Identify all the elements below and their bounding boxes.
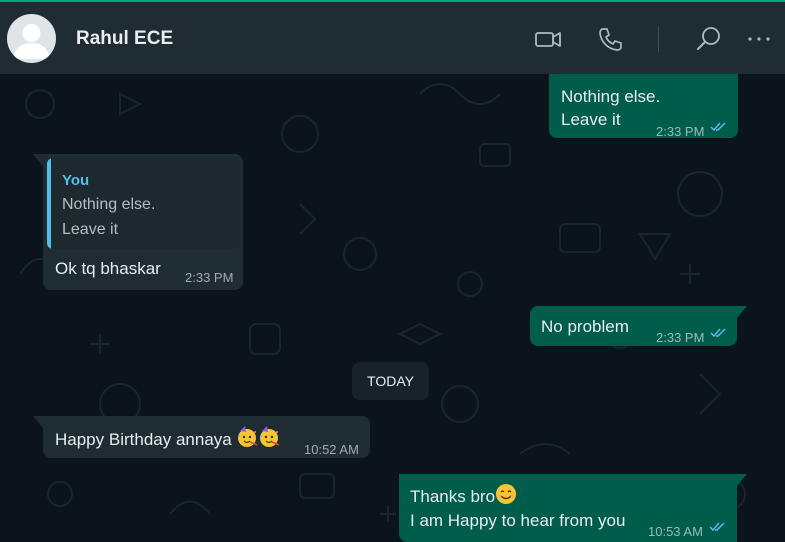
bubble-tail	[737, 306, 747, 318]
bubble-tail	[33, 416, 43, 428]
message-text: Happy Birthday annaya	[55, 430, 232, 449]
header-divider	[658, 26, 659, 52]
date-separator: TODAY	[352, 362, 429, 400]
message-text-line: Ok tq bhaskar	[55, 259, 161, 278]
chat-area[interactable]: Nothing else. Leave it 2:33 PM You Nothi…	[0, 74, 785, 542]
message-text-line: Leave it	[561, 110, 621, 129]
message-text-line: Thanks bro	[410, 483, 517, 508]
quoted-message[interactable]: You Nothing else. Leave it	[47, 158, 240, 249]
chat-header: Rahul ECE	[0, 2, 785, 74]
message-time: 2:33 PM	[656, 330, 705, 345]
party-face-emoji	[238, 426, 258, 447]
default-avatar-icon	[13, 24, 50, 59]
quote-text-line: Nothing else.	[62, 196, 156, 213]
message-time: 2:33 PM	[656, 124, 705, 139]
message-bubble-outgoing[interactable]: No problem 2:33 PM	[530, 306, 737, 346]
bubble-tail	[33, 154, 43, 166]
message-text-line: I am Happy to hear from you	[410, 511, 626, 530]
quote-author: You	[62, 172, 90, 189]
quote-bar	[47, 158, 51, 249]
avatar[interactable]	[7, 14, 56, 63]
message-text-line: Nothing else.	[561, 87, 661, 106]
video-call-icon[interactable]	[533, 24, 563, 54]
message-text-line: Happy Birthday annaya	[55, 426, 280, 451]
message-time: 2:33 PM	[185, 270, 234, 285]
message-bubble-outgoing[interactable]: Nothing else. Leave it 2:33 PM	[549, 74, 738, 139]
search-icon[interactable]	[694, 24, 724, 54]
message-time: 10:53 AM	[648, 524, 703, 539]
read-receipt-icon	[710, 328, 726, 338]
smiling-face-emoji	[496, 484, 517, 504]
message-bubble-incoming[interactable]: Happy Birthday annaya 10:52 AM	[43, 416, 370, 458]
voice-call-icon[interactable]	[595, 24, 625, 54]
bubble-tail	[737, 474, 747, 486]
more-options-icon[interactable]	[745, 24, 775, 54]
quote-text-line: Leave it	[62, 221, 119, 238]
read-receipt-icon	[710, 122, 726, 132]
message-time: 10:52 AM	[304, 442, 359, 457]
message-text-line: No problem	[541, 317, 629, 336]
message-bubble-outgoing[interactable]: Thanks bro I am Happy to hear from you 1…	[399, 474, 737, 542]
read-receipt-icon	[709, 522, 725, 532]
party-face-emoji	[260, 426, 280, 447]
contact-name[interactable]: Rahul ECE	[76, 28, 173, 50]
message-text: Thanks bro	[410, 487, 496, 506]
